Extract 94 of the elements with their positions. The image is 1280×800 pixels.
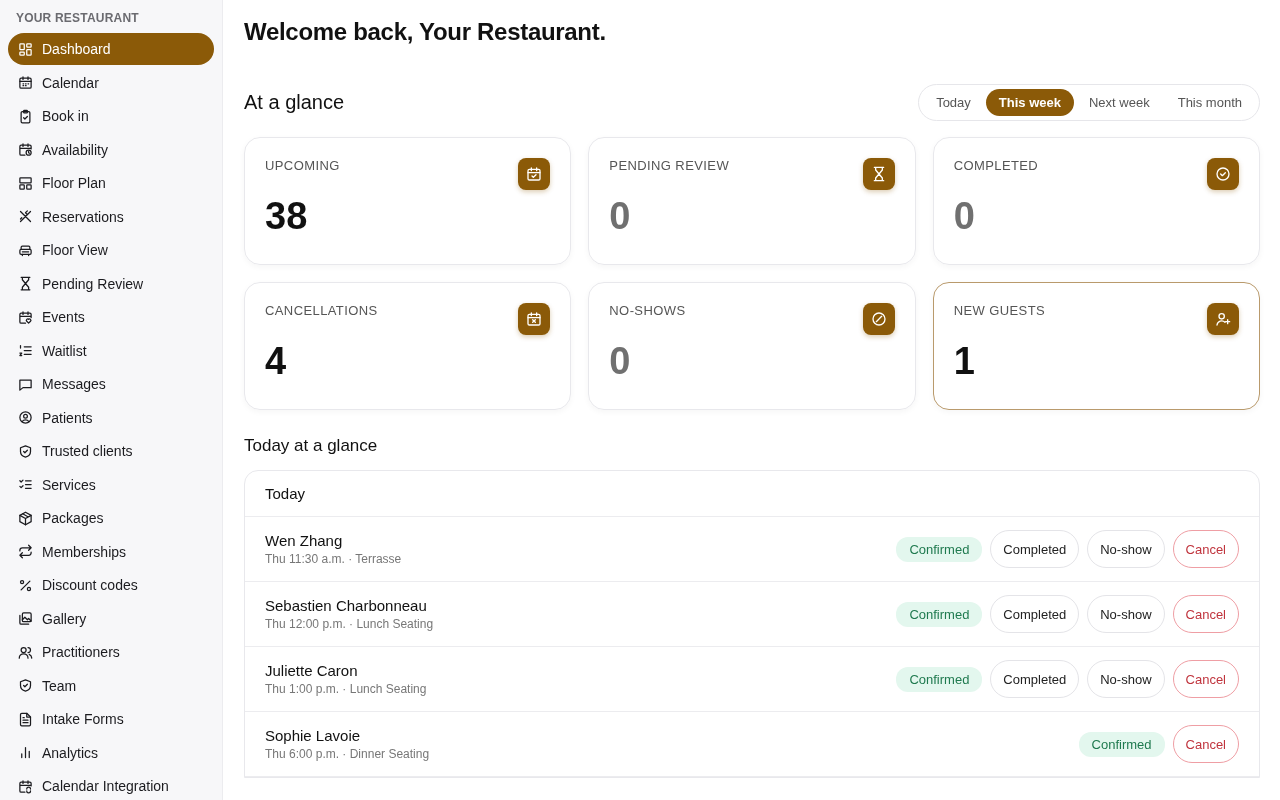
hourglass-icon <box>862 158 895 190</box>
status-badge: Confirmed <box>896 536 983 562</box>
sidebar-item[interactable]: Waitlist <box>8 334 214 367</box>
status-badge: Confirmed <box>1078 731 1165 757</box>
cancel-button[interactable]: Cancel <box>1172 595 1239 633</box>
sidebar-item[interactable]: Packages <box>8 502 214 534</box>
stat-value: 0 <box>609 195 632 238</box>
action-button[interactable]: Completed <box>990 660 1080 698</box>
cancel-button[interactable]: Cancel <box>1172 725 1239 763</box>
page-title: Welcome back, Your Restaurant. <box>244 18 607 46</box>
calendar-icon <box>18 75 33 90</box>
action-button[interactable]: No-show <box>1087 595 1165 633</box>
section-heading: Today at a glance <box>244 436 379 456</box>
guest-name: Juliette Caron <box>265 662 359 679</box>
calendar-x-icon <box>518 303 551 335</box>
sidebar-item[interactable]: Floor View <box>8 234 214 266</box>
guest-name: Sebastien Charbonneau <box>265 597 428 614</box>
stat-value: 4 <box>265 340 288 383</box>
grid-icon <box>18 41 33 57</box>
booking-detail: Thu 1:00 p.m. · Lunch Seating <box>265 682 427 696</box>
clipboard-check-icon <box>18 108 33 124</box>
guest-name: Sophie Lavoie <box>265 727 362 744</box>
sidebar-item[interactable]: Gallery <box>8 602 214 635</box>
sidebar-heading: YOUR RESTAURANT <box>15 11 140 25</box>
stat-label: UPCOMING <box>265 158 341 173</box>
sidebar-item[interactable]: Team <box>8 669 214 702</box>
shield-check-icon <box>18 678 33 693</box>
sidebar-item[interactable]: Pending Review <box>8 267 214 300</box>
stat-label: PENDING REVIEW <box>609 158 731 173</box>
sofa-icon <box>18 242 33 258</box>
bar-chart-icon <box>18 745 33 760</box>
message-icon <box>18 376 33 392</box>
sidebar-item[interactable]: Book in <box>8 100 214 132</box>
period-tab[interactable]: Today <box>923 89 984 116</box>
stat-value: 1 <box>953 340 976 383</box>
shield-check-icon <box>18 443 33 459</box>
guest-name: Wen Zhang <box>265 532 344 549</box>
user-plus-icon <box>1207 303 1239 335</box>
action-button[interactable]: No-show <box>1087 530 1165 568</box>
repeat-icon <box>18 544 33 559</box>
sidebar-item[interactable]: Calendar <box>8 66 214 99</box>
section-heading: At a glance <box>244 91 345 114</box>
images-icon <box>18 611 33 626</box>
user-circle-icon <box>18 410 33 425</box>
document-icon <box>18 711 33 727</box>
sidebar-item[interactable]: Memberships <box>8 535 214 568</box>
stat-value: 38 <box>265 195 309 238</box>
calendar-clock-icon <box>18 142 33 157</box>
sidebar-item[interactable]: Intake Forms <box>8 703 214 735</box>
booking-detail: Thu 11:30 a.m. · Terrasse <box>265 552 402 566</box>
sidebar-item[interactable]: Practitioners <box>8 636 214 668</box>
sidebar-item[interactable]: Availability <box>8 133 214 166</box>
stat-value: 0 <box>953 195 976 238</box>
package-icon <box>18 510 33 526</box>
sidebar-item[interactable]: Patients <box>8 401 214 434</box>
stat-label: CANCELLATIONS <box>265 303 379 318</box>
sidebar-item[interactable]: Events <box>8 301 214 333</box>
action-button[interactable]: Completed <box>990 595 1080 633</box>
list-title: Today <box>245 471 1259 517</box>
sidebar-item[interactable]: Calendar Integration <box>8 770 214 800</box>
sidebar-item[interactable]: Analytics <box>8 736 214 769</box>
sidebar-item[interactable]: Floor Plan <box>8 167 214 199</box>
hourglass-icon <box>18 276 33 291</box>
period-tab[interactable]: This month <box>1164 89 1255 116</box>
sidebar-item[interactable]: Discount codes <box>8 569 214 601</box>
stat-label: NEW GUESTS <box>953 303 1047 318</box>
calendar-check-icon <box>518 158 551 190</box>
stat-label: NO-SHOWS <box>609 303 687 318</box>
booking-detail: Thu 12:00 p.m. · Lunch Seating <box>265 617 434 631</box>
cancel-button[interactable]: Cancel <box>1172 660 1239 698</box>
sidebar-item[interactable]: Services <box>8 468 214 501</box>
sidebar-item[interactable]: Reservations <box>8 200 214 233</box>
numbered-list-icon <box>18 343 33 358</box>
stat-label: COMPLETED <box>953 158 1040 173</box>
status-badge: Confirmed <box>896 666 983 692</box>
checklist-icon <box>18 477 33 492</box>
stat-value: 0 <box>609 340 632 383</box>
action-button[interactable]: Completed <box>990 530 1080 568</box>
users-icon <box>18 644 33 660</box>
period-tab[interactable]: Next week <box>1076 89 1163 116</box>
calendar-sync-icon <box>18 778 33 794</box>
percent-icon <box>18 577 33 593</box>
sidebar-item[interactable]: Messages <box>8 368 214 400</box>
calendar-heart-icon <box>18 309 33 325</box>
action-button[interactable]: No-show <box>1087 660 1165 698</box>
period-tab[interactable]: This week <box>985 89 1074 116</box>
sidebar-item[interactable]: Dashboard <box>8 33 214 65</box>
layout-icon <box>18 175 33 191</box>
utensils-crossed-icon <box>18 209 33 224</box>
status-badge: Confirmed <box>896 601 983 627</box>
ban-icon <box>862 303 895 335</box>
cancel-button[interactable]: Cancel <box>1172 530 1239 568</box>
sidebar-item[interactable]: Trusted clients <box>8 435 214 467</box>
booking-detail: Thu 6:00 p.m. · Dinner Seating <box>265 747 430 761</box>
